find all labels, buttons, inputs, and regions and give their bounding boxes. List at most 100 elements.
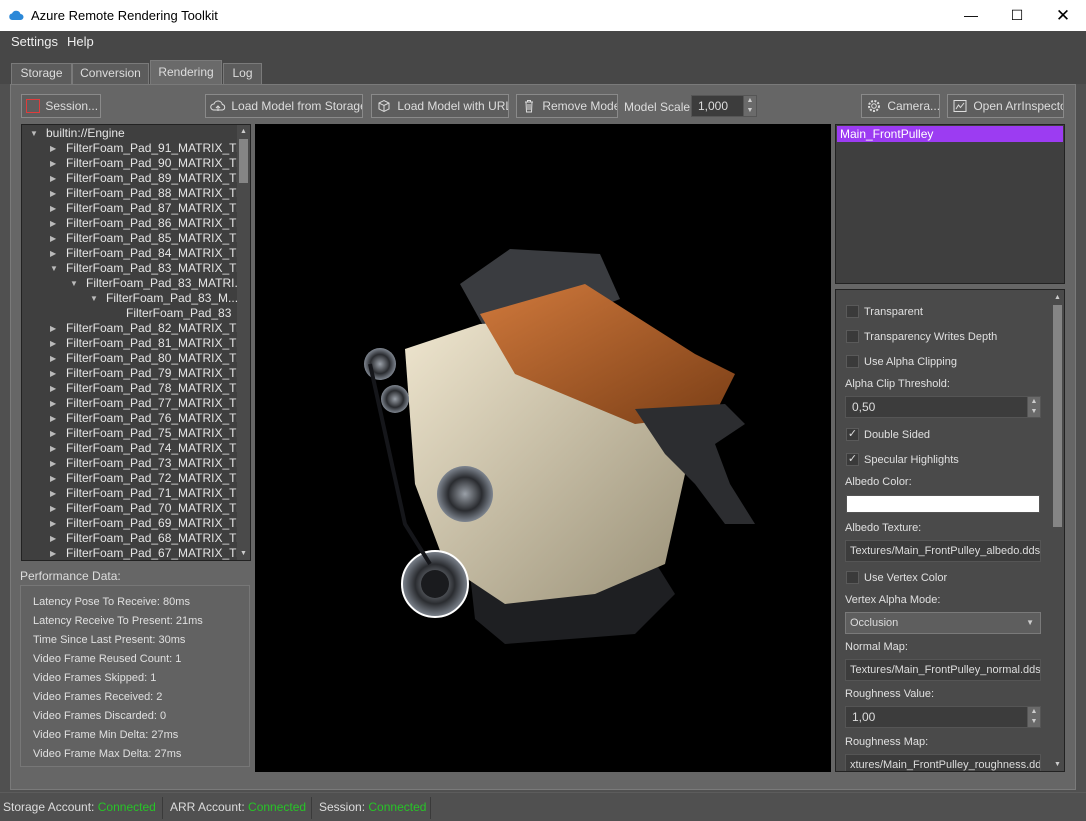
properties-scrollbar[interactable]: ▲ ▼ <box>1051 291 1064 771</box>
chevron-right-icon[interactable]: ▶ <box>50 501 56 516</box>
chevron-right-icon[interactable]: ▶ <box>50 216 56 231</box>
transparent-checkbox-box[interactable] <box>846 305 859 318</box>
albedo-texture-field[interactable]: Textures/Main_FrontPulley_albedo.dds <box>845 540 1041 562</box>
transparency-writes-depth-checkbox-box[interactable] <box>846 330 859 343</box>
vertex-alpha-mode-select[interactable]: Occlusion ▼ <box>845 612 1041 634</box>
tree-item[interactable]: ▶ FilterFoam_Pad_82_MATRIX_Tr... <box>50 321 249 336</box>
chevron-right-icon[interactable]: ▶ <box>50 381 56 396</box>
use-alpha-clipping-checkbox-box[interactable] <box>846 355 859 368</box>
tree-item[interactable]: ▼ builtin://Engine <box>30 126 125 141</box>
spin-up-icon[interactable]: ▲ <box>1028 397 1040 407</box>
close-button[interactable]: ✕ <box>1040 0 1086 31</box>
scroll-thumb[interactable] <box>1053 305 1062 527</box>
tree-item[interactable]: ▶ FilterFoam_Pad_80_MATRIX_Tr... <box>50 351 249 366</box>
tree-item[interactable]: ▼ FilterFoam_Pad_83_MATRIX_Tr... <box>50 261 249 276</box>
model-scale-input[interactable]: 1,000 ▲ ▼ <box>691 95 757 117</box>
scroll-up-icon[interactable]: ▲ <box>237 125 250 138</box>
chevron-right-icon[interactable]: ▶ <box>50 351 56 366</box>
use-vertex-color-checkbox-box[interactable] <box>846 571 859 584</box>
spin-down-icon[interactable]: ▼ <box>1028 407 1040 417</box>
tree-item[interactable]: ▶ FilterFoam_Pad_81_MATRIX_Tr... <box>50 336 249 351</box>
roughness-value-input[interactable]: 1,00 ▲ ▼ <box>845 706 1041 728</box>
scroll-thumb[interactable] <box>239 139 248 183</box>
tree-item[interactable]: ▶ FilterFoam_Pad_79_MATRIX_Tr... <box>50 366 249 381</box>
tree-item[interactable]: ▶ FilterFoam_Pad_71_MATRIX_Tr... <box>50 486 249 501</box>
menu-settings[interactable]: Settings <box>11 34 58 49</box>
scroll-down-icon[interactable]: ▼ <box>237 547 250 560</box>
spin-down-icon[interactable]: ▼ <box>1028 717 1040 727</box>
normal-map-field[interactable]: Textures/Main_FrontPulley_normal.dds <box>845 659 1041 681</box>
tree-item[interactable]: ▶ FilterFoam_Pad_91_MATRIX_Tr... <box>50 141 249 156</box>
remove-models-button[interactable]: Remove Models <box>516 94 618 118</box>
tree-item[interactable]: ▶ FilterFoam_Pad_69_MATRIX_Tr... <box>50 516 249 531</box>
tree-item[interactable]: ▶ FilterFoam_Pad_73_MATRIX_Tr... <box>50 456 249 471</box>
tree-scrollbar[interactable]: ▲ ▼ <box>237 125 250 560</box>
session-button[interactable]: Session... <box>21 94 101 118</box>
camera-button[interactable]: Camera... <box>861 94 940 118</box>
spin-down-icon[interactable]: ▼ <box>744 106 756 116</box>
tree-item[interactable]: ▶ FilterFoam_Pad_84_MATRIX_Tr... <box>50 246 249 261</box>
chevron-right-icon[interactable]: ▶ <box>50 336 56 351</box>
chevron-right-icon[interactable]: ▶ <box>50 546 56 560</box>
tree-item[interactable]: ▼ FilterFoam_Pad_83_M... <box>90 291 238 306</box>
chevron-down-icon[interactable]: ▼ <box>50 261 58 276</box>
minimize-button[interactable]: — <box>948 0 994 31</box>
chevron-right-icon[interactable]: ▶ <box>50 171 56 186</box>
chevron-right-icon[interactable]: ▶ <box>50 201 56 216</box>
chevron-down-icon[interactable]: ▼ <box>70 276 78 291</box>
scene-tree[interactable]: ▼ builtin://Engine ▶ FilterFoam_Pad_91_MATR… <box>21 124 251 561</box>
tree-item[interactable]: ▶ FilterFoam_Pad_89_MATRIX_Tr... <box>50 171 249 186</box>
chevron-right-icon[interactable]: ▶ <box>50 486 56 501</box>
chevron-down-icon[interactable]: ▼ <box>90 291 98 306</box>
scroll-up-icon[interactable]: ▲ <box>1051 291 1064 304</box>
selection-list[interactable]: Main_FrontPulley <box>835 124 1065 284</box>
double-sided-checkbox-box[interactable]: ✓ <box>846 428 859 441</box>
chevron-right-icon[interactable]: ▶ <box>50 156 56 171</box>
chevron-right-icon[interactable]: ▶ <box>50 396 56 411</box>
tree-item[interactable]: ▶ FilterFoam_Pad_78_MATRIX_Tr... <box>50 381 249 396</box>
tree-item[interactable]: ▶ FilterFoam_Pad_74_MATRIX_Tr... <box>50 441 249 456</box>
tree-item[interactable]: ▶ FilterFoam_Pad_67_MATRIX_Tr... <box>50 546 249 560</box>
selection-item[interactable]: Main_FrontPulley <box>837 126 1063 142</box>
roughness-map-field[interactable]: xtures/Main_FrontPulley_roughness.dds <box>845 754 1041 771</box>
load-model-storage-button[interactable]: Load Model from Storage... <box>205 94 363 118</box>
tab-log[interactable]: Log <box>223 63 262 84</box>
chevron-right-icon[interactable]: ▶ <box>50 246 56 261</box>
chevron-right-icon[interactable]: ▶ <box>50 141 56 156</box>
specular-highlights-checkbox-box[interactable]: ✓ <box>846 453 859 466</box>
tree-item[interactable]: ▼ FilterFoam_Pad_83_MATRI... <box>70 276 245 291</box>
tab-storage[interactable]: Storage <box>11 63 72 84</box>
chevron-right-icon[interactable]: ▶ <box>50 411 56 426</box>
open-arrinspector-button[interactable]: Open ArrInspector <box>947 94 1064 118</box>
tree-item[interactable]: ▶ FilterFoam_Pad_76_MATRIX_Tr... <box>50 411 249 426</box>
tree-item[interactable]: ▶ FilterFoam_Pad_85_MATRIX_Tr... <box>50 231 249 246</box>
tree-item[interactable]: ▶ FilterFoam_Pad_75_MATRIX_Tr... <box>50 426 249 441</box>
tab-conversion[interactable]: Conversion <box>72 63 149 84</box>
load-model-url-button[interactable]: Load Model with URL... <box>371 94 509 118</box>
tree-item[interactable]: FilterFoam_Pad_83 <box>126 306 231 321</box>
tree-item[interactable]: ▶ FilterFoam_Pad_87_MATRIX_Tr... <box>50 201 249 216</box>
tree-item[interactable]: ▶ FilterFoam_Pad_72_MATRIX_Tr... <box>50 471 249 486</box>
tree-item[interactable]: ▶ FilterFoam_Pad_70_MATRIX_Tr... <box>50 501 249 516</box>
chevron-right-icon[interactable]: ▶ <box>50 531 56 546</box>
tree-item[interactable]: ▶ FilterFoam_Pad_88_MATRIX_Tr... <box>50 186 249 201</box>
tree-item[interactable]: ▶ FilterFoam_Pad_90_MATRIX_Tr... <box>50 156 249 171</box>
menu-help[interactable]: Help <box>67 34 94 49</box>
tree-item[interactable]: ▶ FilterFoam_Pad_68_MATRIX_Tr... <box>50 531 249 546</box>
scroll-down-icon[interactable]: ▼ <box>1051 758 1064 771</box>
tree-item[interactable]: ▶ FilterFoam_Pad_86_MATRIX_Tr... <box>50 216 249 231</box>
spin-up-icon[interactable]: ▲ <box>744 96 756 106</box>
chevron-right-icon[interactable]: ▶ <box>50 456 56 471</box>
chevron-right-icon[interactable]: ▶ <box>50 471 56 486</box>
maximize-button[interactable]: ☐ <box>994 0 1040 31</box>
chevron-down-icon[interactable]: ▼ <box>30 126 38 141</box>
tree-item[interactable]: ▶ FilterFoam_Pad_77_MATRIX_Tr... <box>50 396 249 411</box>
chevron-right-icon[interactable]: ▶ <box>50 321 56 336</box>
alpha-clip-threshold-input[interactable]: 0,50 ▲ ▼ <box>845 396 1041 418</box>
chevron-right-icon[interactable]: ▶ <box>50 366 56 381</box>
chevron-right-icon[interactable]: ▶ <box>50 231 56 246</box>
chevron-right-icon[interactable]: ▶ <box>50 516 56 531</box>
chevron-right-icon[interactable]: ▶ <box>50 186 56 201</box>
chevron-right-icon[interactable]: ▶ <box>50 426 56 441</box>
render-viewport[interactable] <box>255 124 831 772</box>
